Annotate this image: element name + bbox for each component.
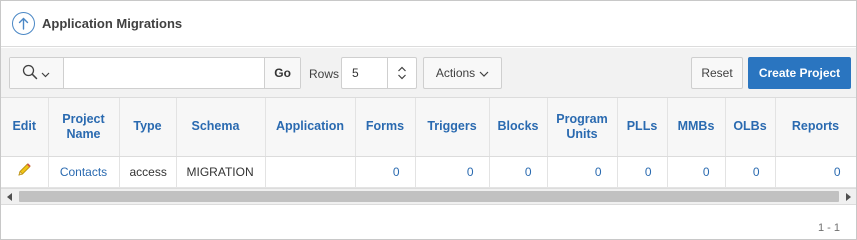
column-header-reports[interactable]: Reports	[775, 98, 856, 157]
column-header-forms[interactable]: Forms	[355, 98, 416, 157]
reset-button[interactable]: Reset	[691, 57, 743, 89]
column-header-type[interactable]: Type	[119, 98, 177, 157]
chevron-down-icon	[41, 66, 50, 81]
column-header-mmbs[interactable]: MMBs	[667, 98, 726, 157]
horizontal-scrollbar[interactable]	[1, 188, 856, 205]
edit-cell	[1, 156, 49, 188]
project-name-link[interactable]: Contacts	[48, 156, 120, 188]
column-header-plls[interactable]: PLLs	[617, 98, 668, 157]
column-header-schema[interactable]: Schema	[176, 98, 266, 157]
scrollbar-thumb[interactable]	[19, 191, 839, 202]
column-header-edit[interactable]: Edit	[1, 98, 49, 157]
column-header-triggers[interactable]: Triggers	[415, 98, 490, 157]
application-migrations-region: Application Migrations Go Rows 5 Actions…	[0, 0, 857, 240]
mmbs-cell[interactable]: 0	[667, 156, 726, 188]
actions-label: Actions	[435, 66, 476, 80]
arrow-up-circle-icon[interactable]	[12, 12, 35, 35]
report-table-container: Edit Project Name Type Schema Applicatio…	[1, 98, 856, 188]
type-cell: access	[119, 156, 177, 188]
search-group: Go	[9, 57, 301, 89]
up-down-arrows-icon	[386, 58, 416, 88]
chevron-down-icon	[479, 66, 489, 80]
pagination-info: 1 - 1	[817, 222, 840, 234]
table-row: Contacts access MIGRATION 0 0 0 0 0 0 0 …	[1, 156, 856, 188]
reports-cell[interactable]: 0	[775, 156, 856, 188]
report-table: Edit Project Name Type Schema Applicatio…	[1, 98, 856, 188]
olbs-cell[interactable]: 0	[725, 156, 776, 188]
search-input[interactable]	[63, 58, 265, 88]
rows-select[interactable]: 5	[341, 57, 417, 89]
program-units-cell[interactable]: 0	[547, 156, 618, 188]
forms-cell[interactable]: 0	[355, 156, 416, 188]
schema-cell: MIGRATION	[176, 156, 266, 188]
actions-menu-button[interactable]: Actions	[423, 57, 502, 89]
go-button[interactable]: Go	[264, 58, 301, 88]
column-header-blocks[interactable]: Blocks	[489, 98, 548, 157]
pencil-icon[interactable]	[16, 163, 32, 181]
region-title: Application Migrations	[42, 16, 183, 31]
plls-cell[interactable]: 0	[617, 156, 668, 188]
rows-value: 5	[352, 66, 359, 80]
scroll-left-arrow-icon[interactable]	[1, 189, 18, 204]
search-column-selector[interactable]	[10, 58, 64, 88]
column-header-application[interactable]: Application	[265, 98, 356, 157]
column-header-program-units[interactable]: Program Units	[547, 98, 618, 157]
application-cell	[265, 156, 356, 188]
scroll-right-arrow-icon[interactable]	[839, 189, 856, 204]
report-toolbar: Go Rows 5 Actions Reset Create Project	[1, 48, 856, 98]
search-icon	[22, 64, 38, 83]
triggers-cell[interactable]: 0	[415, 156, 490, 188]
region-header: Application Migrations	[1, 1, 856, 47]
blocks-cell[interactable]: 0	[489, 156, 548, 188]
column-header-project-name[interactable]: Project Name	[48, 98, 120, 157]
table-header-row: Edit Project Name Type Schema Applicatio…	[1, 98, 856, 157]
create-project-button[interactable]: Create Project	[748, 57, 851, 89]
rows-label: Rows	[309, 67, 340, 81]
column-header-olbs[interactable]: OLBs	[725, 98, 776, 157]
